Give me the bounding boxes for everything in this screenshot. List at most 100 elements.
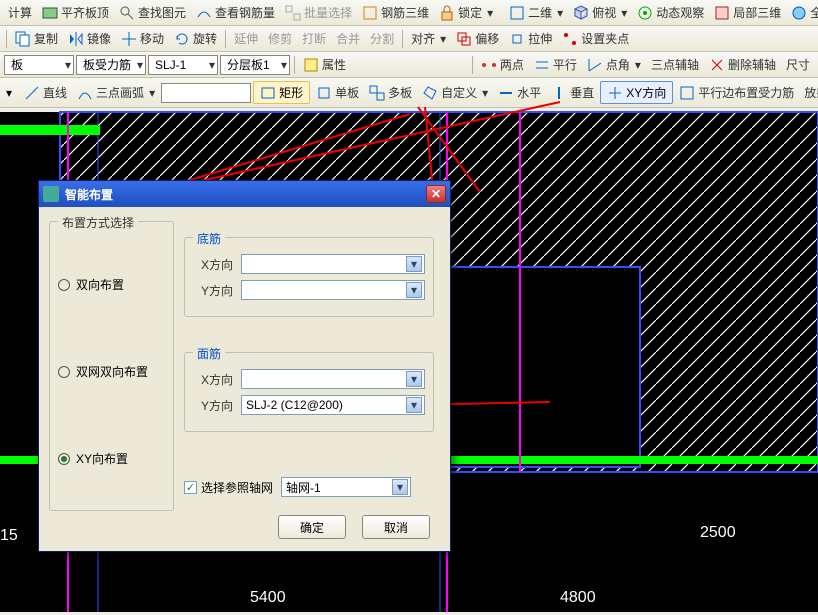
tb-align[interactable]: 对齐▾ [407, 28, 450, 49]
toolbar-row-1: 计算 平齐板顶 查找图元 查看钢筋量 批量选择 钢筋三维 锁定▾ 二维▾ 俯视▾… [0, 0, 818, 26]
tb-move[interactable]: 移动 [117, 28, 168, 49]
dim-5400: 5400 [250, 589, 286, 606]
bottom-y-combo[interactable]: ▾ [241, 280, 425, 300]
ref-axis-checkbox[interactable]: ✓选择参照轴网 [184, 479, 273, 496]
batch-icon [285, 5, 301, 21]
tb-copy[interactable]: 复制 [11, 28, 62, 49]
bottom-y-label: Y方向 [193, 282, 233, 299]
tb-trim[interactable]: 修剪 [264, 28, 296, 49]
toolbar-row-3: 板▾ 板受力筋▾ SLJ-1▾ 分层板1▾ 属性 两点 平行 点角▾ 三点辅轴 … [0, 52, 818, 78]
top-x-label: X方向 [193, 371, 233, 388]
radio-xy-dir[interactable]: XY向布置 [58, 450, 165, 467]
l3d-icon [714, 5, 730, 21]
angle-icon [587, 57, 603, 73]
line-icon [24, 85, 40, 101]
tb-custom[interactable]: 自定义▾ [418, 82, 492, 103]
tb-calc[interactable]: 计算 [4, 2, 36, 23]
dialog-title-text: 智能布置 [65, 186, 113, 203]
btn-rect[interactable]: 矩形 [253, 81, 310, 104]
dd-slj[interactable]: SLJ-1▾ [148, 55, 218, 75]
tb-parallel[interactable]: 平行 [530, 54, 581, 75]
bottom-x-combo[interactable]: ▾ [241, 254, 425, 274]
dim-15: 15 [0, 527, 18, 544]
tb-merge[interactable]: 合并 [332, 28, 364, 49]
mode-group: 布置方式选择 双向布置 双网双向布置 XY向布置 [49, 221, 174, 511]
dialog-icon [43, 186, 59, 202]
2d-icon [509, 5, 525, 21]
tb-local-3d[interactable]: 局部三维 [710, 2, 785, 23]
btn-xy-dir[interactable]: XY方向 [600, 81, 673, 104]
tb-rebar-3d[interactable]: 钢筋三维 [358, 2, 433, 23]
toolbar-row-4: ▾ 直线 三点画弧▾ 矩形 单板 多板 自定义▾ 水平 垂直 XY方向 平行边布… [0, 78, 818, 108]
top-rebar-label: 面筋 [193, 345, 225, 362]
dd-layer[interactable]: 分层板1▾ [220, 55, 290, 75]
tb-3pt-aux[interactable]: 三点辅轴 [647, 54, 703, 75]
tb-grip[interactable]: 设置夹点 [558, 28, 633, 49]
dialog-titlebar[interactable]: 智能布置 ✕ [39, 181, 450, 207]
tb-extend[interactable]: 延伸 [230, 28, 262, 49]
sslab-icon [316, 85, 332, 101]
ref-axis-combo[interactable]: 轴网-1▾ [281, 477, 411, 497]
bottom-rebar-group: 底筋 X方向 ▾ Y方向 ▾ [184, 237, 434, 317]
parallel-icon [534, 57, 550, 73]
cancel-button[interactable]: 取消 [362, 515, 430, 539]
grip-icon [562, 31, 578, 47]
top-y-label: Y方向 [193, 397, 233, 414]
toolbar-row-2: 复制 镜像 移动 旋转 延伸 修剪 打断 合并 分割 对齐▾ 偏移 拉伸 设置夹… [0, 26, 818, 52]
top-x-combo[interactable]: ▾ [241, 369, 425, 389]
tb-offset[interactable]: 偏移 [452, 28, 503, 49]
tb-rotate[interactable]: 旋转 [170, 28, 221, 49]
tb-split[interactable]: 分割 [366, 28, 398, 49]
tb-batch-select[interactable]: 批量选择 [281, 2, 356, 23]
property-icon [303, 57, 319, 73]
mslab-icon [369, 85, 385, 101]
tb-all[interactable]: 全 [787, 2, 818, 23]
tb-3pt-arc[interactable]: 三点画弧▾ [73, 82, 159, 103]
tb-single-slab[interactable]: 单板 [312, 82, 363, 103]
tb-mirror[interactable]: 镜像 [64, 28, 115, 49]
tb-del-aux[interactable]: 删除辅轴 [705, 54, 780, 75]
tb-top-view[interactable]: 俯视▾ [569, 2, 631, 23]
tb-orbit[interactable]: 动态观察 [633, 2, 708, 23]
radio-double-net[interactable]: 双网双向布置 [58, 363, 165, 380]
tb-line[interactable]: 直线 [20, 82, 71, 103]
search-icon [119, 5, 135, 21]
tb-2pt[interactable]: 两点 [477, 54, 528, 75]
dim-2500: 2500 [700, 524, 736, 541]
move-icon [121, 31, 137, 47]
vert-icon [551, 85, 567, 101]
pedge-icon [679, 85, 695, 101]
tb-dim[interactable]: 尺寸 [782, 54, 814, 75]
radio-two-way[interactable]: 双向布置 [58, 276, 165, 293]
copy-icon [15, 31, 31, 47]
custom-icon [422, 85, 438, 101]
tb-break[interactable]: 打断 [298, 28, 330, 49]
tb-flat-slab[interactable]: 平齐板顶 [38, 2, 113, 23]
top-y-combo[interactable]: SLJ-2 (C12@200)▾ [241, 395, 425, 415]
tb-parallel-edge[interactable]: 平行边布置受力筋 [675, 82, 798, 103]
bottom-rebar-label: 底筋 [193, 230, 225, 247]
smart-place-dialog: 智能布置 ✕ 布置方式选择 双向布置 双网双向布置 XY向布置 底筋 X方向 ▾… [38, 180, 451, 552]
dd-slab[interactable]: 板▾ [4, 55, 74, 75]
tb-2d[interactable]: 二维▾ [505, 2, 567, 23]
sphere-icon [791, 5, 807, 21]
rebar-icon [196, 5, 212, 21]
tb-horiz[interactable]: 水平 [494, 82, 545, 103]
tb-lock[interactable]: 锁定▾ [435, 2, 497, 23]
ok-button[interactable]: 确定 [278, 515, 346, 539]
dialog-close-button[interactable]: ✕ [426, 185, 446, 203]
dd-rebar-type[interactable]: 板受力筋▾ [76, 55, 146, 75]
tb-multi-slab[interactable]: 多板 [365, 82, 416, 103]
tb-vert[interactable]: 垂直 [547, 82, 598, 103]
mode-group-label: 布置方式选择 [58, 214, 138, 231]
tb-find-elem[interactable]: 查找图元 [115, 2, 190, 23]
tb-property[interactable]: 属性 [299, 54, 350, 75]
tb-radial[interactable]: 放射筋 [800, 82, 818, 103]
tb-pt-angle[interactable]: 点角▾ [583, 54, 645, 75]
bottom-x-label: X方向 [193, 256, 233, 273]
tb-stretch[interactable]: 拉伸 [505, 28, 556, 49]
tb-rebar-qty[interactable]: 查看钢筋量 [192, 2, 279, 23]
dim-4800: 4800 [560, 589, 596, 606]
dd-shape[interactable] [161, 83, 251, 103]
xy-icon [607, 85, 623, 101]
